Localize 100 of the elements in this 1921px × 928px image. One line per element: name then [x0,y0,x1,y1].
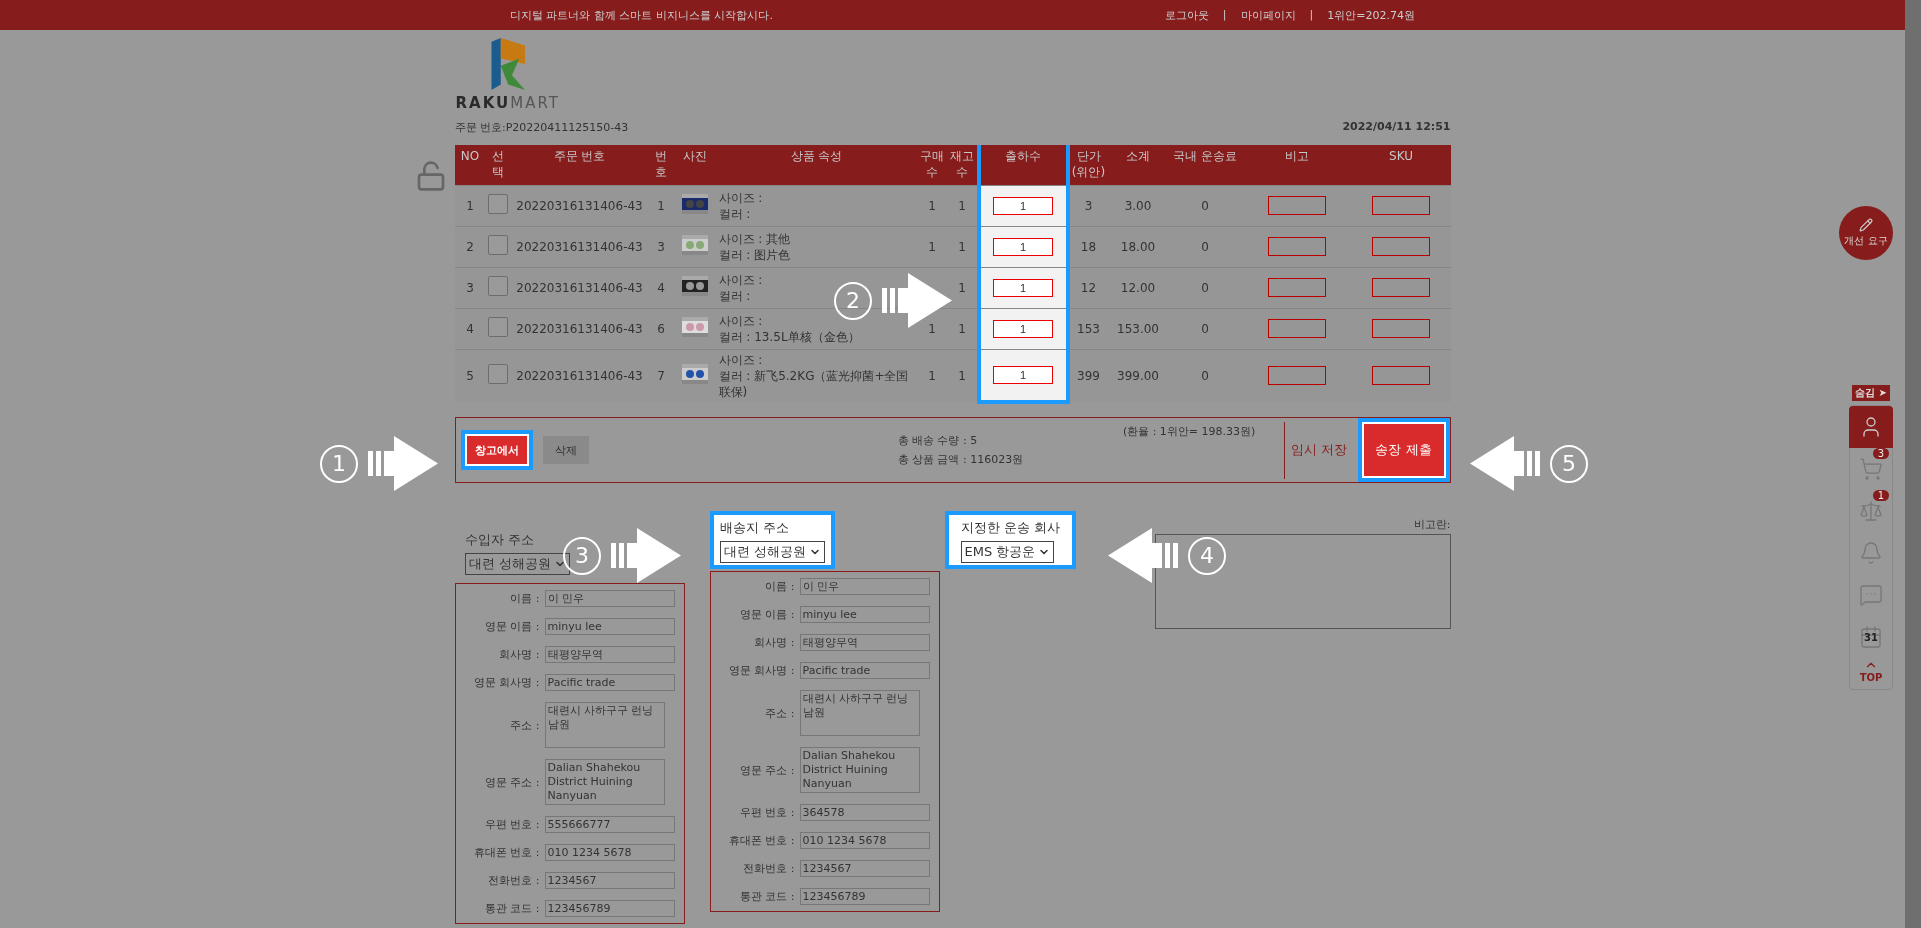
input-field[interactable]: 555666777 [544,816,675,833]
address-field[interactable]: Dalian Shahekou District Huining Nanyuan [544,759,665,805]
column-header: 단가 (위안) [1067,145,1108,185]
logo-text: RAKU MART [455,94,560,112]
field-label: 주소 : [509,717,540,733]
memo-field[interactable] [1267,319,1326,338]
quantity-field[interactable]: 1 [993,196,1053,215]
quantity-field[interactable]: 1 [993,319,1053,338]
scale-icon [1859,499,1883,523]
submit-invoice-button[interactable]: 송장 제출 [1363,424,1444,476]
input-field[interactable]: Pacific trade [799,662,930,679]
table-cell: 7 [648,349,674,402]
top-link[interactable]: 1위안=202.74원 [1327,7,1415,23]
memo-field[interactable] [1267,237,1326,256]
field-label: 회사명 : [753,635,795,650]
quantity-field[interactable]: 1 [993,365,1053,384]
slogan: 디지털 파트너와 함께 스마트 비지니스를 시작합시다. [510,7,774,23]
input-field[interactable]: 1234567 [544,872,675,889]
cart-icon [1859,457,1883,481]
column-header: 번호 [648,145,674,185]
table-cell: 0 [1168,226,1242,267]
input-field[interactable]: 010 1234 5678 [799,832,930,849]
input-field[interactable]: minyu lee [799,606,930,623]
sku-field[interactable] [1372,366,1430,386]
table-cell: 4 [648,267,674,308]
top-link[interactable]: 마이페이지 [1240,7,1296,23]
table-cell: 399 [1067,349,1108,402]
column-header: 출하수 [978,145,1068,185]
field-label: 영문 회사명 : [472,675,540,690]
column-header: 국내 운송료 [1168,145,1242,185]
count-badge: 3 [1872,448,1889,459]
sidebar-item[interactable]: 31 [1849,616,1893,658]
table-cell: 0 [1168,349,1242,402]
save-draft-button[interactable]: 임시 저장 [1284,421,1354,479]
input-field[interactable]: 이 민우 [544,590,675,607]
warehouse-button[interactable]: 창고에서 [466,436,527,464]
carrier-select[interactable]: EMS 항공운 [960,541,1055,563]
left-arrow-icon [1470,436,1540,491]
step-number: 5 [1550,444,1588,483]
input-field[interactable]: 태평양무역 [544,646,675,663]
sku-field[interactable] [1372,278,1430,297]
sku-field[interactable] [1372,319,1430,338]
scrollbar[interactable] [1905,0,1921,928]
address-field[interactable]: 대련시 사하구구 런닝남원 [799,690,920,736]
top-link[interactable]: 로그아웃 [1164,7,1209,23]
section-label: 지정한 운송 회사 [960,520,1060,535]
right-arrow-icon [611,528,681,583]
table-cell: 5 [454,349,486,402]
feedback-button[interactable]: 개선 요구 [1839,206,1893,260]
input-field[interactable]: 123456789 [799,888,930,905]
sidebar-item[interactable]: 1 [1849,490,1893,532]
memo-field[interactable] [1267,366,1326,386]
memo-textarea[interactable] [1154,534,1451,629]
column-header: 구매수 [916,145,948,185]
table-cell: 0 [1168,185,1242,226]
total-amount: 총 상품 금액 : 116023원 [897,452,1025,467]
field-label: 영문 회사명 : [727,663,795,678]
sidebar-item[interactable]: 3 [1849,448,1893,490]
sku-field[interactable] [1372,237,1430,256]
input-field[interactable]: 이 민우 [799,578,930,595]
input-field[interactable]: 태평양무역 [799,634,930,651]
address-select[interactable]: 대련 성해공원 [719,541,825,563]
input-field[interactable]: 1234567 [799,860,930,877]
memo-field[interactable] [1267,196,1326,215]
input-field[interactable]: 123456789 [544,900,675,917]
field-label: 이름 : [509,591,540,606]
field-label: 회사명 : [498,647,540,662]
memo-label: 비고란: [1413,517,1451,532]
table-cell: 20220316131406-43 [510,185,649,226]
address-field[interactable]: 대련시 사하구구 런닝남원 [544,702,665,748]
section-label: 배송지 주소 [719,520,789,535]
quantity-field[interactable]: 1 [993,237,1053,256]
table-cell: 1 [454,185,486,226]
top-link[interactable]: | [1222,7,1227,23]
sku-field[interactable] [1372,196,1430,215]
input-field[interactable]: 364578 [799,804,930,821]
table-cell: 20220316131406-43 [510,226,649,267]
delete-button[interactable]: 삭제 [542,436,589,464]
table-cell: 12 [1067,267,1108,308]
row-checkbox[interactable] [488,194,508,214]
top-button[interactable]: TOP [1859,658,1883,683]
input-field[interactable]: minyu lee [544,618,675,635]
row-checkbox[interactable] [488,317,508,337]
quantity-field[interactable]: 1 [993,278,1053,297]
table-cell: 399.00 [1107,349,1169,402]
sidebar-item[interactable] [1849,406,1893,448]
input-field[interactable]: Pacific trade [544,674,675,691]
hide-button[interactable]: 숨김 ➤ [1852,385,1890,401]
address-select[interactable]: 대련 성해공원 [464,553,570,575]
column-header: 상품 속성 [716,145,917,185]
top-link[interactable]: | [1309,7,1314,23]
row-checkbox[interactable] [488,276,508,296]
memo-field[interactable] [1267,278,1326,297]
input-field[interactable]: 010 1234 5678 [544,844,675,861]
column-header: 비고 [1241,145,1352,185]
product-attributes: 사이즈 : 컬러 : [718,189,763,222]
row-checkbox[interactable] [488,235,508,255]
table-cell: 18 [1067,226,1108,267]
address-field[interactable]: Dalian Shahekou District Huining Nanyuan [799,747,920,793]
row-checkbox[interactable] [488,364,508,385]
